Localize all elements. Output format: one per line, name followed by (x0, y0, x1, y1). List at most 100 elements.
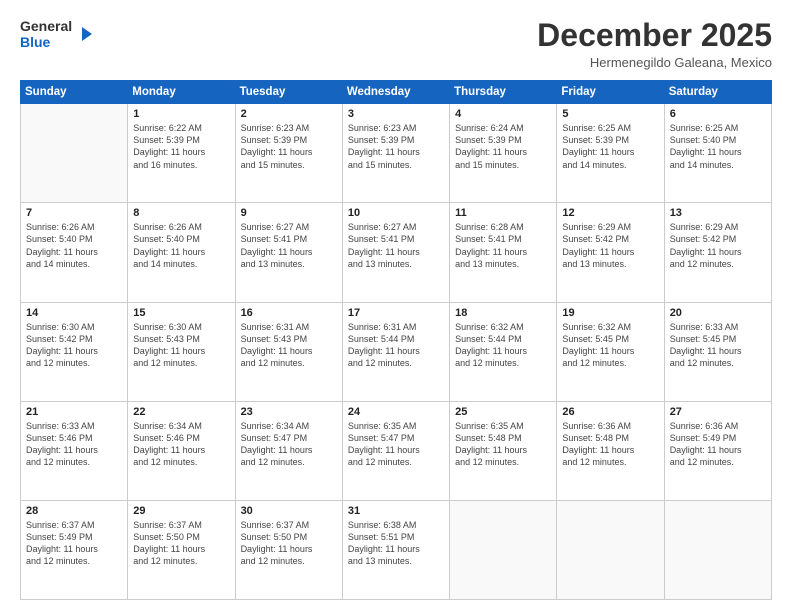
calendar-cell: 27Sunrise: 6:36 AMSunset: 5:49 PMDayligh… (664, 401, 771, 500)
day-number: 26 (562, 406, 658, 418)
cell-info-line: and 12 minutes. (241, 456, 337, 468)
col-header-sunday: Sunday (21, 81, 128, 104)
cell-info-line: and 13 minutes. (348, 555, 444, 567)
cell-info-line: Sunrise: 6:26 AM (26, 221, 122, 233)
day-number: 4 (455, 108, 551, 120)
cell-info-line: and 14 minutes. (133, 258, 229, 270)
day-number: 3 (348, 108, 444, 120)
cell-info-line: and 14 minutes. (670, 159, 766, 171)
cell-info-line: Daylight: 11 hours (133, 146, 229, 158)
cell-info-line: Sunset: 5:46 PM (133, 432, 229, 444)
calendar-cell: 23 Sunrise: 6:34 AMSunset: 5:47 PMDayligh… (235, 401, 342, 500)
cell-info-line: Sunset: 5:41 PM (241, 233, 337, 245)
cell-info-line: Daylight: 11 hours (455, 345, 551, 357)
cell-info-line: Daylight: 11 hours (133, 444, 229, 456)
cell-info-line: Sunset: 5:44 PM (455, 333, 551, 345)
col-header-friday: Friday (557, 81, 664, 104)
cell-info-line: Sunset: 5:50 PM (241, 531, 337, 543)
cell-info-line: Sunset: 5:48 PM (455, 432, 551, 444)
cell-info-line: Daylight: 11 hours (133, 345, 229, 357)
day-number: 25 (455, 406, 551, 418)
logo-blue: Blue (20, 34, 72, 50)
cell-info-line: Sunrise: 6:34 AM (241, 420, 337, 432)
cell-info-line: and 14 minutes. (26, 258, 122, 270)
day-number: 7 (26, 207, 122, 219)
calendar-cell: 10Sunrise: 6:27 AMSunset: 5:41 PMDayligh… (342, 203, 449, 302)
cell-info-line: Sunset: 5:47 PM (348, 432, 444, 444)
cell-info-line: Daylight: 11 hours (670, 444, 766, 456)
cell-info-line: Sunrise: 6:25 AM (562, 122, 658, 134)
cell-info-line: Sunset: 5:40 PM (26, 233, 122, 245)
col-header-monday: Monday (128, 81, 235, 104)
calendar-cell (450, 500, 557, 599)
calendar-cell (21, 104, 128, 203)
cell-info-line: and 12 minutes. (348, 456, 444, 468)
day-number: 8 (133, 207, 229, 219)
calendar-cell: 18Sunrise: 6:32 AMSunset: 5:44 PMDayligh… (450, 302, 557, 401)
cell-info-line: Sunset: 5:39 PM (348, 134, 444, 146)
day-number: 5 (562, 108, 658, 120)
cell-info-line: Sunrise: 6:24 AM (455, 122, 551, 134)
cell-info-line: Sunset: 5:47 PM (241, 432, 337, 444)
cell-info-line: Daylight: 11 hours (241, 146, 337, 158)
cell-info-line: Sunrise: 6:32 AM (562, 321, 658, 333)
cell-info-line: Sunrise: 6:27 AM (241, 221, 337, 233)
calendar-table: SundayMondayTuesdayWednesdayThursdayFrid… (20, 80, 772, 600)
calendar-cell: 15Sunrise: 6:30 AMSunset: 5:43 PMDayligh… (128, 302, 235, 401)
cell-info-line: and 13 minutes. (348, 258, 444, 270)
cell-info-line: Daylight: 11 hours (241, 543, 337, 555)
cell-info-line: Sunrise: 6:30 AM (26, 321, 122, 333)
calendar-cell: 9Sunrise: 6:27 AMSunset: 5:41 PMDaylight… (235, 203, 342, 302)
col-header-tuesday: Tuesday (235, 81, 342, 104)
cell-info-line: Sunset: 5:44 PM (348, 333, 444, 345)
col-header-wednesday: Wednesday (342, 81, 449, 104)
cell-info-line: Sunrise: 6:33 AM (26, 420, 122, 432)
cell-info-line: and 12 minutes. (348, 357, 444, 369)
cell-info-line: Sunrise: 6:36 AM (562, 420, 658, 432)
calendar-cell (664, 500, 771, 599)
cell-info-line: Sunset: 5:39 PM (241, 134, 337, 146)
cell-info-line: Sunrise: 6:34 AM (133, 420, 229, 432)
cell-info-line: Sunrise: 6:29 AM (670, 221, 766, 233)
cell-info-line: Daylight: 11 hours (562, 146, 658, 158)
day-number: 21 (26, 406, 122, 418)
cell-info-line: Sunset: 5:45 PM (562, 333, 658, 345)
cell-info-line: and 12 minutes. (455, 357, 551, 369)
cell-info-line: Sunrise: 6:37 AM (26, 519, 122, 531)
cell-info-line: Sunset: 5:41 PM (348, 233, 444, 245)
cell-info-line: Sunset: 5:39 PM (133, 134, 229, 146)
day-number: 1 (133, 108, 229, 120)
cell-info-line: and 12 minutes. (133, 357, 229, 369)
cell-info-line: Daylight: 11 hours (26, 345, 122, 357)
cell-info-line: and 12 minutes. (670, 258, 766, 270)
cell-info-line: Sunset: 5:41 PM (455, 233, 551, 245)
cell-info-line: Sunrise: 6:26 AM (133, 221, 229, 233)
calendar-cell: 7Sunrise: 6:26 AMSunset: 5:40 PMDaylight… (21, 203, 128, 302)
cell-info-line: Daylight: 11 hours (133, 246, 229, 258)
day-number: 15 (133, 307, 229, 319)
day-number: 18 (455, 307, 551, 319)
cell-info-line: Daylight: 11 hours (348, 345, 444, 357)
cell-info-line: and 12 minutes. (670, 456, 766, 468)
cell-info-line: and 12 minutes. (26, 555, 122, 567)
cell-info-line: Daylight: 11 hours (348, 146, 444, 158)
location: Hermenegildo Galeana, Mexico (537, 55, 772, 70)
cell-info-line: Sunrise: 6:33 AM (670, 321, 766, 333)
day-number: 28 (26, 505, 122, 517)
day-number: 10 (348, 207, 444, 219)
calendar-week-row: 7Sunrise: 6:26 AMSunset: 5:40 PMDaylight… (21, 203, 772, 302)
cell-info-line: Daylight: 11 hours (562, 246, 658, 258)
cell-info-line: Daylight: 11 hours (670, 345, 766, 357)
cell-info-line: and 12 minutes. (562, 456, 658, 468)
calendar-cell: 5Sunrise: 6:25 AMSunset: 5:39 PMDaylight… (557, 104, 664, 203)
cell-info-line: Sunset: 5:46 PM (26, 432, 122, 444)
day-number: 16 (241, 307, 337, 319)
cell-info-line: Daylight: 11 hours (348, 444, 444, 456)
day-number: 22 (133, 406, 229, 418)
cell-info-line: Sunrise: 6:35 AM (455, 420, 551, 432)
day-number: 23 (241, 406, 337, 418)
cell-info-line: Daylight: 11 hours (241, 444, 337, 456)
calendar-cell: 24Sunrise: 6:35 AMSunset: 5:47 PMDayligh… (342, 401, 449, 500)
calendar-cell: 20Sunrise: 6:33 AMSunset: 5:45 PMDayligh… (664, 302, 771, 401)
calendar-cell: 14Sunrise: 6:30 AMSunset: 5:42 PMDayligh… (21, 302, 128, 401)
